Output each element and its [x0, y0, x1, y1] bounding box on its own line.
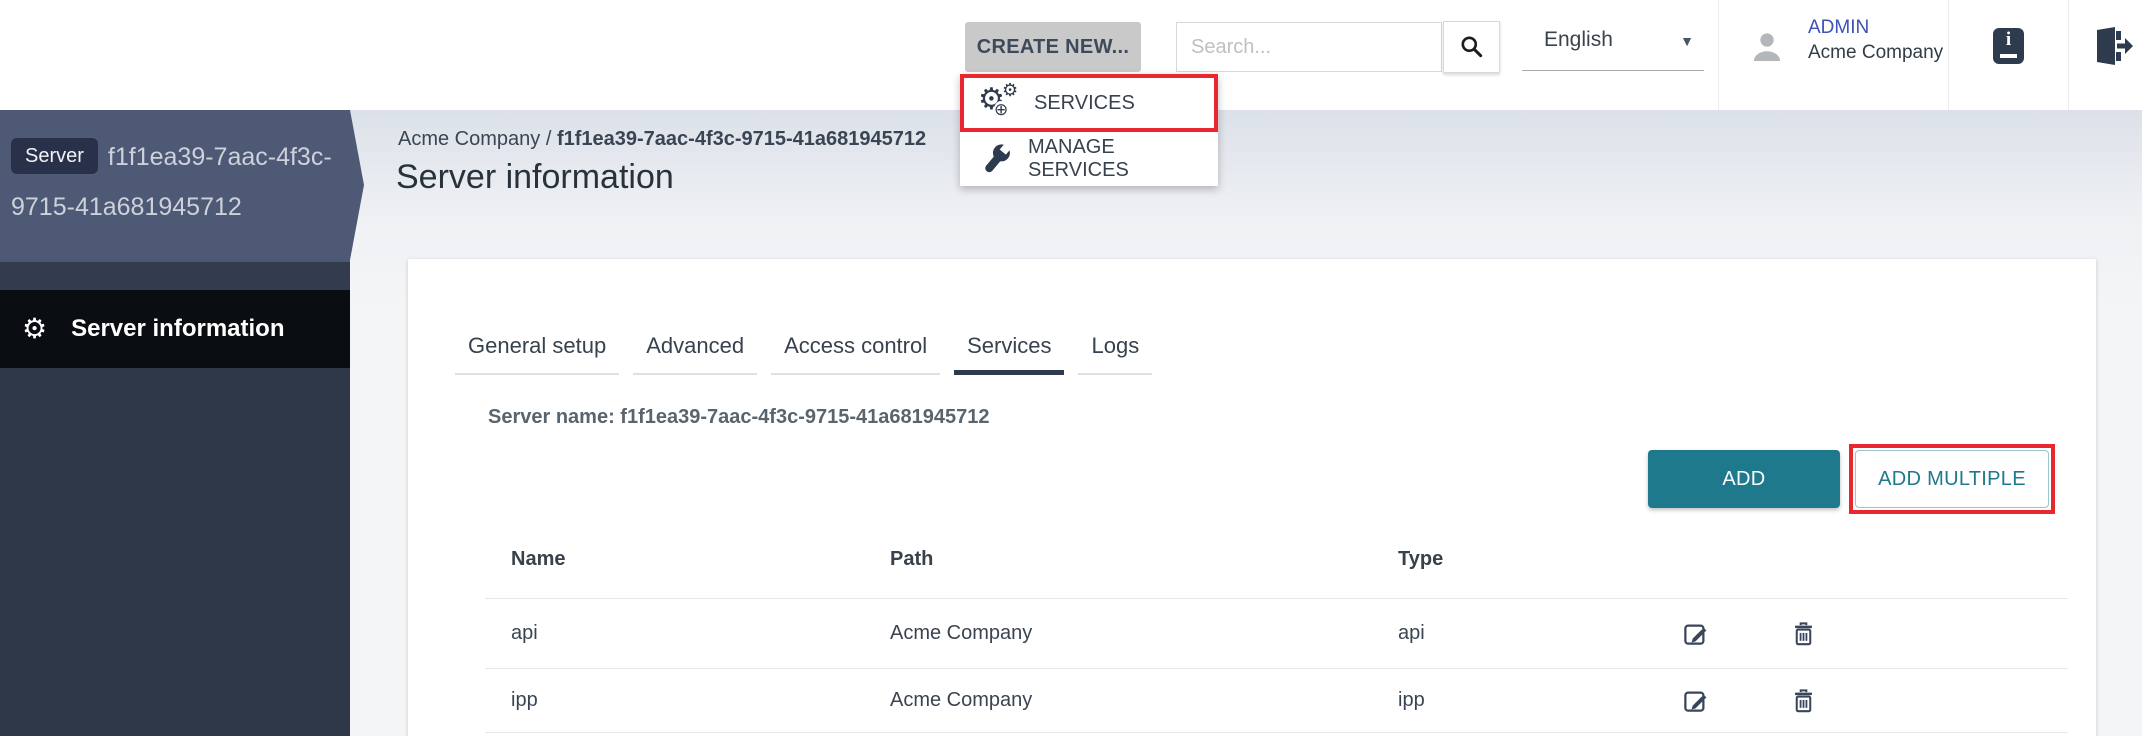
trash-icon — [1790, 620, 1817, 647]
edit-button[interactable] — [1657, 620, 1733, 647]
table-row: api Acme Company api — [485, 598, 2068, 668]
server-name-label: Server name: f1f1ea39-7aac-4f3c-9715-41a… — [488, 406, 989, 429]
trash-icon — [1790, 687, 1817, 714]
server-badge: Server — [11, 138, 98, 174]
create-new-button[interactable]: CREATE NEW... — [965, 22, 1141, 72]
info-manual-icon[interactable]: i — [1993, 28, 2024, 64]
cell-name: api — [485, 622, 864, 645]
page-title: Server information — [396, 158, 674, 197]
user-company: Acme Company — [1808, 42, 1943, 64]
language-selected-label: English — [1544, 28, 1613, 52]
services-table: Name Path Type api Acme Company api — [485, 520, 2068, 733]
user-menu[interactable]: ADMIN Acme Company — [1730, 0, 1948, 110]
tab-bar: General setup Advanced Access control Se… — [455, 333, 1166, 375]
tab-advanced[interactable]: Advanced — [633, 333, 757, 375]
delete-button[interactable] — [1733, 687, 1873, 714]
breadcrumb: Acme Company / f1f1ea39-7aac-4f3c-9715-4… — [398, 128, 926, 151]
cell-type: ipp — [1372, 689, 1657, 712]
add-button[interactable]: ADD — [1648, 450, 1840, 508]
tab-services[interactable]: Services — [954, 333, 1064, 375]
breadcrumb-parent[interactable]: Acme Company — [398, 128, 540, 150]
topbar-divider — [1948, 0, 1949, 110]
topbar-divider — [2068, 0, 2069, 110]
sidebar-item-label: Server information — [71, 315, 284, 343]
dropdown-item-label: SERVICES — [1034, 92, 1135, 115]
search-icon — [1459, 34, 1485, 60]
wrench-icon — [973, 135, 1021, 183]
topbar-divider — [1718, 0, 1719, 110]
table-header-row: Name Path Type — [485, 520, 2068, 598]
cell-type: api — [1372, 622, 1657, 645]
tab-general-setup[interactable]: General setup — [455, 333, 619, 375]
breadcrumb-current: f1f1ea39-7aac-4f3c-9715-41a681945712 — [557, 128, 926, 150]
cell-name: ipp — [485, 689, 864, 712]
sidebar-item-server-information[interactable]: ⚙ Server information — [0, 290, 350, 368]
dropdown-item-services[interactable]: ⚙ ⚙ ⊕ SERVICES — [960, 74, 1218, 132]
language-selector[interactable]: English ▼ — [1522, 0, 1704, 110]
edit-icon — [1682, 620, 1709, 647]
sidebar: Serverf1f1ea39-7aac-4f3c-9715-41a6819457… — [0, 110, 350, 736]
dropdown-item-manage-services[interactable]: MANAGE SERVICES — [960, 132, 1218, 186]
dropdown-item-label: MANAGE SERVICES — [1028, 136, 1218, 182]
cell-path: Acme Company — [864, 622, 1372, 645]
person-icon — [1746, 26, 1788, 68]
column-header-type: Type — [1372, 548, 1657, 571]
breadcrumb-separator: / — [540, 128, 557, 150]
top-bar: CREATE NEW... ⚙ ⚙ ⊕ SERVICES MANAGE SERV… — [0, 0, 2142, 110]
edit-button[interactable] — [1657, 687, 1733, 714]
logout-icon[interactable] — [2090, 26, 2134, 66]
tab-logs[interactable]: Logs — [1078, 333, 1152, 375]
language-underline — [1522, 70, 1704, 71]
search-input[interactable] — [1176, 22, 1442, 72]
main-content: Acme Company / f1f1ea39-7aac-4f3c-9715-4… — [350, 110, 2142, 736]
search-button[interactable] — [1443, 21, 1500, 73]
edit-icon — [1682, 687, 1709, 714]
column-header-path: Path — [864, 548, 1372, 571]
sidebar-separator — [0, 260, 350, 290]
add-multiple-button[interactable]: ADD MULTIPLE — [1855, 450, 2049, 508]
gear-icon: ⚙ — [22, 315, 47, 343]
delete-button[interactable] — [1733, 620, 1873, 647]
cell-path: Acme Company — [864, 689, 1372, 712]
chevron-down-icon: ▼ — [1680, 33, 1694, 49]
user-name: ADMIN — [1808, 17, 1869, 39]
create-new-dropdown: ⚙ ⚙ ⊕ SERVICES MANAGE SERVICES — [960, 74, 1218, 186]
column-header-name: Name — [485, 548, 864, 571]
sidebar-server-header: Serverf1f1ea39-7aac-4f3c-9715-41a6819457… — [0, 110, 364, 260]
gears-plus-icon: ⚙ ⚙ ⊕ — [980, 85, 1020, 121]
table-row: ipp Acme Company ipp — [485, 668, 2068, 733]
tab-access-control[interactable]: Access control — [771, 333, 940, 375]
server-card: General setup Advanced Access control Se… — [408, 259, 2096, 736]
